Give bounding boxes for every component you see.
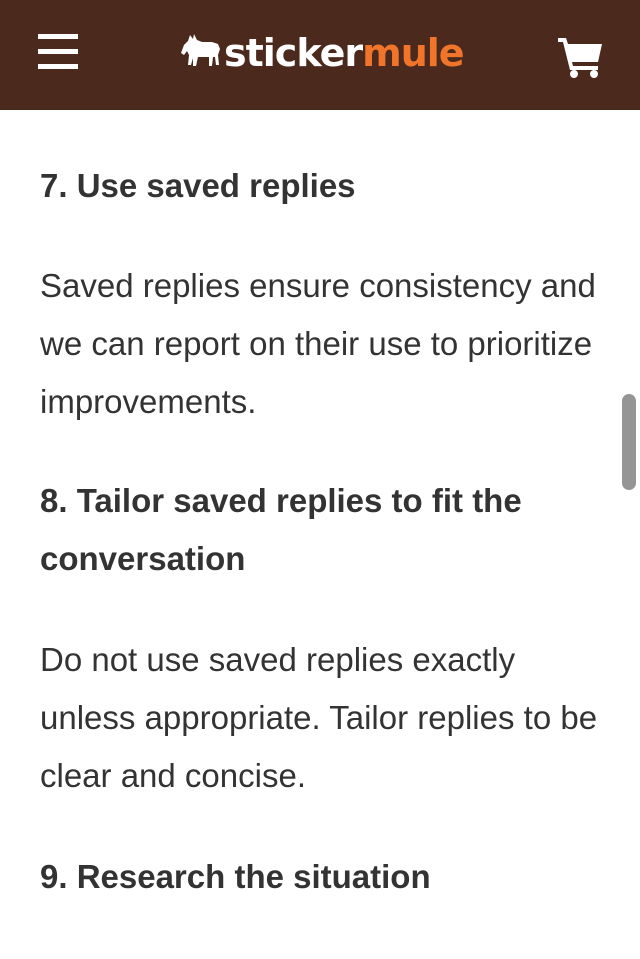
logo-text-mule: mule bbox=[362, 31, 464, 75]
cart-glyph bbox=[558, 38, 602, 78]
section-heading: 7. Use saved replies bbox=[40, 167, 356, 204]
menu-line bbox=[38, 34, 78, 39]
menu-line bbox=[38, 64, 78, 69]
stickermule-logo[interactable]: stickermule bbox=[178, 28, 465, 78]
section-heading: 9. Research the situation bbox=[40, 858, 431, 895]
top-nav-bar: stickermule bbox=[0, 0, 640, 110]
section-heading: 8. Tailor saved replies to fit the conve… bbox=[40, 482, 522, 577]
vertical-scrollbar[interactable] bbox=[622, 394, 636, 490]
logo-text-sticker: sticker bbox=[224, 31, 363, 75]
menu-line bbox=[38, 49, 78, 54]
logo-wordmark: stickermule bbox=[224, 31, 465, 75]
section-body: Do not use saved replies exactly unless … bbox=[40, 641, 598, 794]
hamburger-menu-icon[interactable] bbox=[34, 28, 82, 76]
section-body: Saved replies ensure consistency and we … bbox=[40, 267, 596, 420]
mule-icon bbox=[181, 34, 220, 66]
shopping-cart-icon[interactable] bbox=[556, 34, 606, 78]
